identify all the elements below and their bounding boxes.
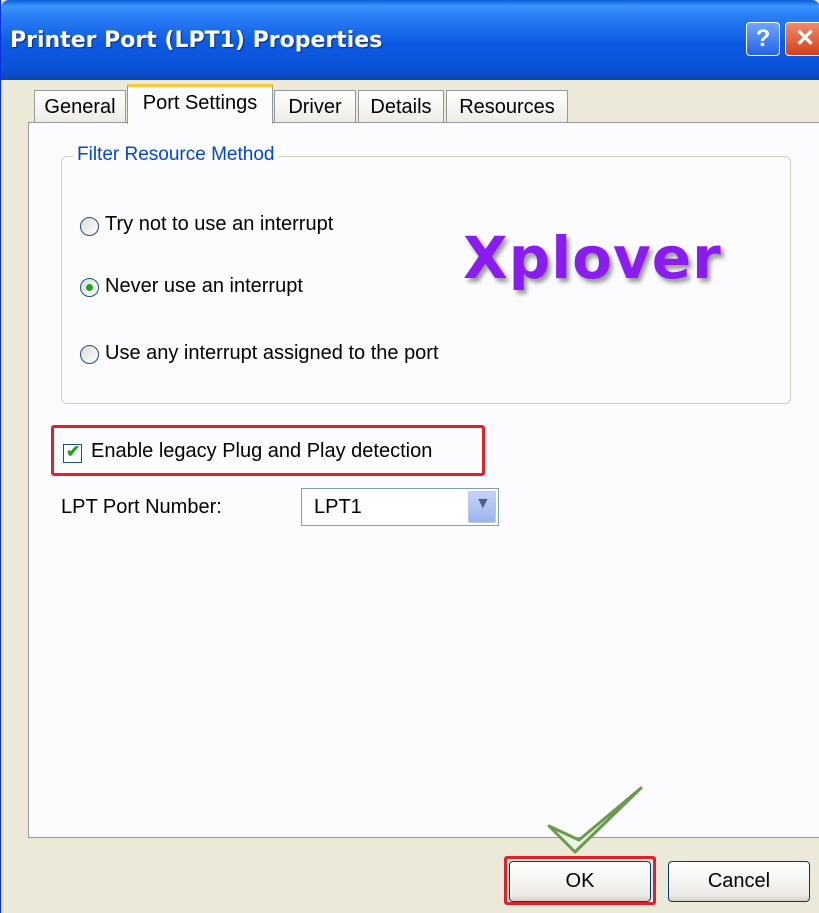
radio-try-not-interrupt[interactable] bbox=[80, 217, 99, 236]
close-button[interactable]: ✕ bbox=[785, 22, 819, 56]
lpt-port-select[interactable]: LPT1 ▼ bbox=[301, 488, 499, 526]
legacy-pnp-label[interactable]: Enable legacy Plug and Play detection bbox=[91, 440, 432, 463]
legacy-pnp-checkbox[interactable]: ✔ bbox=[63, 442, 82, 463]
tab-resources[interactable]: Resources bbox=[446, 90, 568, 123]
tab-details[interactable]: Details bbox=[358, 90, 444, 123]
radio-never-interrupt[interactable] bbox=[80, 278, 99, 297]
radio-label-any[interactable]: Use any interrupt assigned to the port bbox=[105, 342, 439, 365]
radio-any-interrupt[interactable] bbox=[80, 345, 99, 364]
tab-port-settings[interactable]: Port Settings bbox=[127, 84, 273, 124]
radio-selected-dot bbox=[86, 284, 93, 291]
chevron-down-icon: ▼ bbox=[475, 495, 491, 512]
checkmark-icon: ✔ bbox=[66, 442, 81, 461]
properties-dialog: Printer Port (LPT1) Properties ? ✕ Gener… bbox=[0, 0, 819, 913]
lpt-port-value: LPT1 bbox=[314, 496, 362, 518]
window-title: Printer Port (LPT1) Properties bbox=[10, 28, 383, 53]
close-icon: ✕ bbox=[794, 25, 816, 52]
cancel-button[interactable]: Cancel bbox=[668, 861, 810, 902]
lpt-port-label: LPT Port Number: bbox=[61, 496, 222, 518]
title-bar[interactable]: Printer Port (LPT1) Properties ? ✕ bbox=[1, 0, 819, 80]
help-button[interactable]: ? bbox=[746, 22, 780, 56]
tab-general[interactable]: General bbox=[34, 90, 126, 123]
radio-label-try-not[interactable]: Try not to use an interrupt bbox=[105, 213, 333, 236]
ok-button[interactable]: OK bbox=[509, 861, 651, 902]
help-icon: ? bbox=[755, 25, 771, 52]
watermark-logo: Xplover bbox=[463, 224, 722, 292]
filter-resource-label: Filter Resource Method bbox=[73, 144, 279, 166]
radio-label-never[interactable]: Never use an interrupt bbox=[105, 275, 303, 298]
tab-driver[interactable]: Driver bbox=[274, 90, 356, 123]
dropdown-arrow-button[interactable]: ▼ bbox=[468, 491, 496, 523]
